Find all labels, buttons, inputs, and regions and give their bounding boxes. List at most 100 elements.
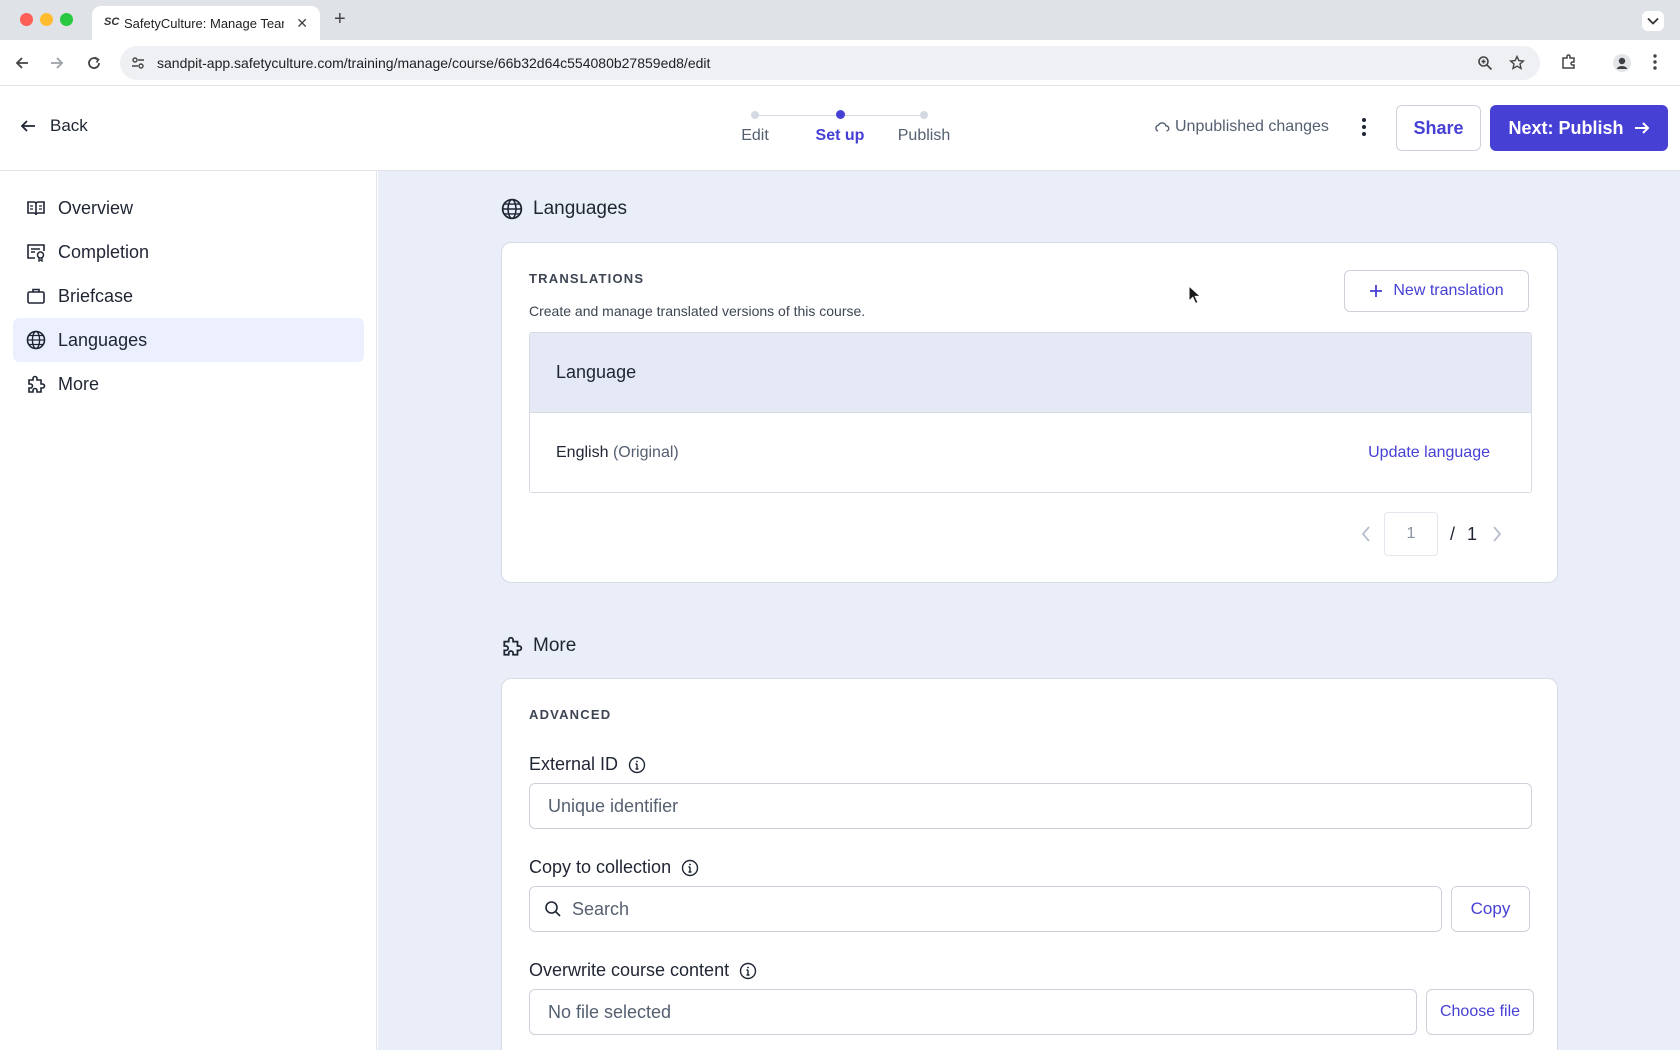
bookmark-star-icon[interactable]: [1509, 55, 1525, 71]
next-page-chevron-icon[interactable]: [1491, 525, 1503, 543]
unpublished-status: Unpublished changes: [1154, 118, 1329, 136]
back-label: Back: [50, 116, 88, 135]
profile-avatar-icon[interactable]: [1612, 53, 1632, 73]
step-edit[interactable]: Edit: [740, 110, 770, 145]
briefcase-icon: [26, 286, 46, 306]
site-settings-icon[interactable]: [130, 55, 146, 71]
page-separator: /: [1450, 523, 1456, 544]
next-publish-button[interactable]: Next: Publish: [1490, 105, 1668, 151]
puzzle-icon: [501, 635, 523, 657]
cloud-icon: [1154, 121, 1170, 133]
overwrite-content-label: Overwrite course content: [529, 960, 757, 981]
update-language-link[interactable]: Update language: [1368, 444, 1490, 462]
choose-file-button[interactable]: Choose file: [1426, 989, 1534, 1035]
section-title-text: More: [533, 635, 577, 656]
external-id-input[interactable]: [529, 783, 1532, 829]
plus-icon: [1369, 284, 1383, 298]
settings-content: Languages TRANSLATIONS Create and manage…: [378, 171, 1680, 1050]
languages-section-title: Languages: [501, 198, 627, 220]
table-header-language: Language: [530, 333, 1531, 413]
browser-tab-bar: SC SafetyCulture: Manage Teams ✕ +: [0, 0, 1680, 40]
browser-menu-icon[interactable]: [1652, 53, 1658, 71]
browser-back-icon[interactable]: [12, 53, 32, 73]
sidebar-item-languages[interactable]: Languages: [13, 318, 364, 362]
step-label: Edit: [741, 127, 769, 144]
step-set-up[interactable]: Set up: [812, 110, 868, 145]
course-editor-header: Back Edit Set up Publish Unpublished cha…: [0, 86, 1680, 171]
puzzle-icon: [26, 374, 46, 394]
sidebar-item-label: Overview: [58, 197, 134, 218]
window-maximize-button[interactable]: [60, 13, 73, 26]
mouse-cursor-icon: [1188, 285, 1202, 305]
search-icon: [544, 900, 562, 918]
field-label-text: External ID: [529, 754, 619, 774]
pagination: 1 / 1: [1360, 512, 1503, 556]
extensions-puzzle-icon[interactable]: [1560, 53, 1578, 71]
language-original-tag: (Original): [612, 444, 679, 461]
sidebar-item-label: Briefcase: [58, 285, 134, 306]
tab-close-icon[interactable]: ✕: [296, 15, 308, 32]
step-label: Set up: [815, 127, 865, 144]
browser-tab[interactable]: SC SafetyCulture: Manage Teams ✕: [92, 6, 320, 40]
language-cell: English (Original): [556, 444, 679, 462]
sidebar-item-label: Languages: [58, 329, 148, 350]
step-dot: [920, 111, 928, 119]
step-dot-active: [835, 110, 845, 119]
translations-card: TRANSLATIONS Create and manage translate…: [501, 242, 1558, 583]
new-tab-icon[interactable]: +: [334, 8, 346, 31]
section-title-text: Languages: [533, 198, 628, 219]
sidebar-item-overview[interactable]: Overview: [13, 186, 364, 230]
current-page-input[interactable]: 1: [1384, 512, 1438, 556]
advanced-card: ADVANCED External ID Copy to collection …: [501, 678, 1558, 1050]
sidebar-item-more[interactable]: More: [13, 362, 364, 406]
browser-toolbar: sandpit-app.safetyculture.com/training/m…: [0, 40, 1680, 86]
window-close-button[interactable]: [20, 13, 33, 26]
sidebar-item-completion[interactable]: Completion: [13, 230, 364, 274]
info-icon[interactable]: [628, 756, 646, 774]
window-minimize-button[interactable]: [40, 13, 53, 26]
step-dot: [751, 111, 759, 119]
browser-reload-icon[interactable]: [84, 53, 104, 73]
external-id-label: External ID: [529, 754, 646, 775]
file-name-display: No file selected: [529, 989, 1417, 1035]
next-publish-label: Next: Publish: [1508, 117, 1624, 138]
address-bar[interactable]: sandpit-app.safetyculture.com/training/m…: [120, 46, 1540, 80]
field-label-text: Copy to collection: [529, 857, 672, 877]
more-options-icon[interactable]: [1356, 114, 1372, 140]
step-publish[interactable]: Publish: [896, 110, 952, 145]
advanced-overline: ADVANCED: [529, 707, 612, 722]
arrow-left-icon: [20, 118, 36, 134]
sidebar-item-briefcase[interactable]: Briefcase: [13, 274, 364, 318]
tab-title: SafetyCulture: Manage Teams: [124, 16, 284, 31]
arrow-right-icon: [1634, 120, 1650, 136]
collection-search-input[interactable]: [572, 898, 1422, 920]
globe-icon: [26, 330, 46, 350]
step-label: Publish: [897, 127, 951, 144]
share-button[interactable]: Share: [1396, 105, 1481, 151]
languages-table: Language English (Original) Update langu…: [529, 332, 1532, 493]
language-name: English: [556, 444, 609, 461]
zoom-icon[interactable]: [1477, 55, 1493, 71]
safetyculture-favicon-icon: SC: [104, 16, 120, 28]
copy-to-collection-label: Copy to collection: [529, 857, 699, 878]
settings-sidebar: Overview Completion Briefcase Languages …: [0, 171, 377, 1050]
info-icon[interactable]: [681, 859, 699, 877]
info-icon[interactable]: [739, 962, 757, 980]
back-button[interactable]: Back: [20, 116, 88, 136]
field-label-text: Overwrite course content: [529, 960, 730, 980]
certificate-icon: [26, 242, 46, 262]
new-translation-button[interactable]: New translation: [1344, 270, 1529, 312]
browser-forward-icon[interactable]: [47, 53, 67, 73]
new-translation-label: New translation: [1393, 282, 1504, 299]
status-text: Unpublished changes: [1175, 118, 1329, 135]
tab-list-chevron-icon[interactable]: [1642, 11, 1664, 31]
total-pages: 1: [1467, 523, 1478, 544]
table-row: English (Original) Update language: [530, 413, 1531, 492]
translations-description: Create and manage translated versions of…: [529, 303, 866, 319]
publish-stepper: Edit Set up Publish: [740, 110, 955, 150]
previous-page-chevron-icon[interactable]: [1360, 525, 1372, 543]
translations-overline: TRANSLATIONS: [529, 271, 645, 286]
copy-button[interactable]: Copy: [1451, 886, 1530, 932]
collection-search-field[interactable]: [529, 886, 1442, 932]
book-icon: [26, 198, 46, 218]
